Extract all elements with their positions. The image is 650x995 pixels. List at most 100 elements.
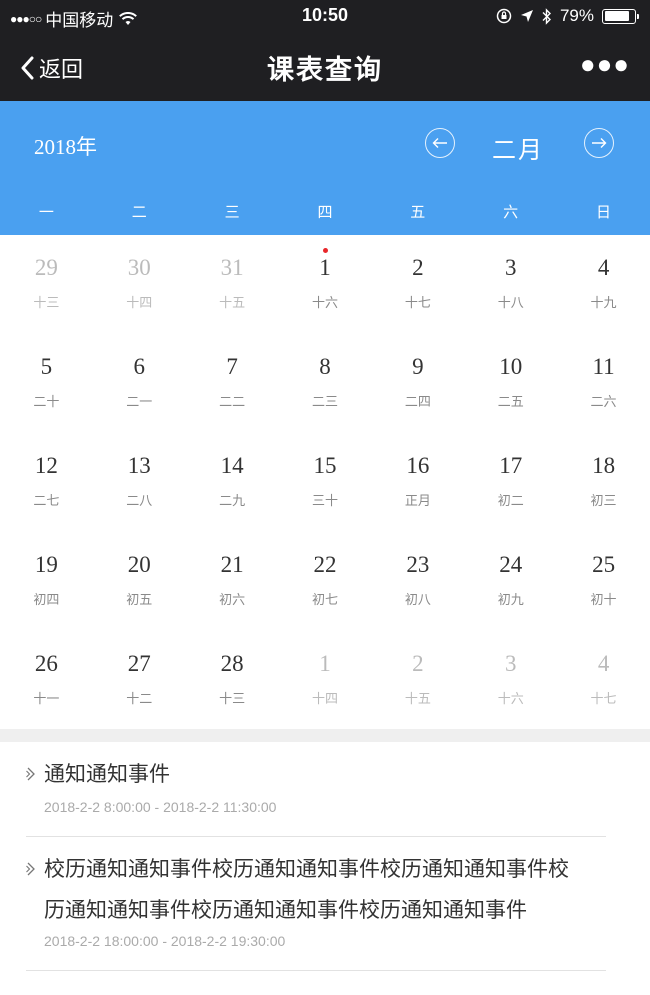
lunar-date: 初五	[126, 592, 153, 607]
day-number: 8	[319, 354, 331, 379]
calendar-day[interactable]: 26 十一	[0, 631, 93, 730]
calendar-day[interactable]: 9 二四	[371, 334, 464, 433]
weekday-label: 三	[224, 204, 240, 221]
calendar-day[interactable]: 28 十三	[186, 631, 279, 730]
lunar-date: 十六	[311, 295, 338, 310]
day-number: 21	[220, 552, 244, 577]
day-number: 17	[499, 453, 523, 478]
calendar-day[interactable]: 6 二一	[93, 334, 186, 433]
lunar-date: 十八	[497, 295, 524, 310]
lunar-date: 二五	[497, 394, 524, 409]
lunar-date: 十九	[590, 295, 617, 310]
calendar-day[interactable]: 31 十五	[186, 235, 279, 334]
day-number: 18	[592, 453, 616, 478]
calendar-day[interactable]: 7 二二	[186, 334, 279, 433]
day-number: 3	[504, 651, 517, 676]
day-number: 15	[313, 453, 337, 478]
calendar-day[interactable]: 3 十六	[464, 631, 557, 730]
calendar-day[interactable]: 27 十二	[93, 631, 186, 730]
day-number: 6	[133, 354, 146, 379]
lunar-date: 二四	[404, 394, 431, 409]
section-separator	[0, 729, 650, 742]
calendar-day[interactable]: 16 正月	[371, 433, 464, 532]
lunar-date: 十七	[404, 295, 431, 310]
calendar-day[interactable]: 29 十三	[0, 235, 93, 334]
day-number: 13	[127, 453, 151, 478]
lunar-date: 初九	[497, 592, 524, 607]
calendar-day[interactable]: 19 初四	[0, 532, 93, 631]
battery-percent: 79%	[559, 6, 594, 25]
calendar-day[interactable]: 8 二三	[279, 334, 372, 433]
calendar-day[interactable]: 1 十四	[279, 631, 372, 730]
arrow-left-circle-icon	[432, 138, 447, 148]
calendar-day[interactable]: 15 三十	[279, 433, 372, 532]
day-number: 7	[226, 354, 238, 379]
calendar-day[interactable]: 21 初六	[186, 532, 279, 631]
calendar-day[interactable]: 12 二七	[0, 433, 93, 532]
calendar-day[interactable]: 23 初八	[371, 532, 464, 631]
page-title: 课表查询	[267, 55, 383, 85]
day-number: 29	[34, 255, 58, 280]
calendar-day[interactable]: 30 十四	[93, 235, 186, 334]
calendar-day[interactable]: 2 十七	[371, 235, 464, 334]
event-time: 2018-2-2 8:00:00 - 2018-2-2 11:30:00	[44, 799, 277, 815]
calendar-day[interactable]: 13 二八	[93, 433, 186, 532]
lunar-date: 二六	[590, 394, 617, 409]
calendar-day[interactable]: 18 初三	[557, 433, 650, 532]
day-number: 24	[499, 552, 523, 577]
calendar-grid: 29 十三 30 十四 31 十五 1 十六 2 十七 3 十八 4 十九 5 二十 6 二一 7 二二 8 二三 9 二四 1…	[0, 235, 650, 729]
lunar-date: 正月	[404, 493, 431, 508]
lunar-date: 初二	[497, 493, 524, 508]
calendar-day[interactable]: 4 十九	[557, 235, 650, 334]
calendar-day[interactable]: 1 十六	[279, 235, 372, 334]
event-title: 通知通知事件	[44, 763, 170, 786]
lunar-date: 初四	[33, 592, 60, 607]
day-number: 16	[406, 453, 430, 478]
event-title-line: 校历通知通知事件校历通知通知事件校历通知通知事件校	[44, 858, 569, 881]
calendar-day[interactable]: 4 十七	[557, 631, 650, 730]
lunar-date: 初三	[590, 493, 617, 508]
lunar-date: 十五	[219, 295, 246, 310]
day-number: 27	[127, 651, 151, 676]
day-number: 9	[412, 354, 424, 379]
lunar-date: 十三	[219, 691, 246, 706]
lunar-date: 十七	[590, 691, 617, 706]
day-number: 30	[127, 255, 151, 280]
day-number: 1	[319, 255, 331, 280]
month-label: 二月	[492, 137, 544, 164]
calendar-header: 2018年 二月 一 二 三 四 五 六 日	[0, 101, 650, 235]
day-number: 31	[220, 255, 244, 280]
calendar-day[interactable]: 20 初五	[93, 532, 186, 631]
calendar-day[interactable]: 25 初十	[557, 532, 650, 631]
day-number: 4	[597, 255, 610, 280]
day-number: 14	[220, 453, 244, 478]
calendar-day[interactable]: 11 二六	[557, 334, 650, 433]
event-marker-dot	[323, 248, 329, 253]
day-number: 1	[319, 651, 331, 676]
day-number: 22	[313, 552, 337, 577]
status-bar: ●●●○○ 中国移动 10:50 79%	[0, 0, 650, 34]
event-item[interactable]: 校历通知通知事件校历通知通知事件校历通知通知事件校 历通知通知事件校历通知通知事…	[26, 837, 606, 970]
calendar-day[interactable]: 22 初七	[279, 532, 372, 631]
next-month-button[interactable]	[584, 128, 614, 158]
calendar-day[interactable]: 5 二十	[0, 334, 93, 433]
lunar-date: 初六	[219, 592, 246, 607]
event-divider	[26, 970, 606, 971]
calendar-day[interactable]: 17 初二	[464, 433, 557, 532]
lunar-date: 二十	[33, 394, 60, 409]
calendar-day[interactable]: 10 二五	[464, 334, 557, 433]
prev-month-button[interactable]	[425, 128, 455, 158]
calendar-day[interactable]: 14 二九	[186, 433, 279, 532]
weekday-label: 五	[410, 204, 426, 221]
calendar-day[interactable]: 2 十五	[371, 631, 464, 730]
lunar-date: 十四	[311, 691, 338, 706]
lunar-date: 二八	[126, 493, 153, 508]
weekday-label: 日	[595, 204, 611, 221]
event-item[interactable]: 通知通知事件 2018-2-2 8:00:00 - 2018-2-2 11:30…	[26, 742, 606, 836]
day-number: 26	[34, 651, 58, 676]
chevron-right-icon	[26, 862, 35, 876]
day-number: 25	[592, 552, 616, 577]
more-button[interactable]: ●●●	[580, 51, 630, 77]
calendar-day[interactable]: 3 十八	[464, 235, 557, 334]
calendar-day[interactable]: 24 初九	[464, 532, 557, 631]
